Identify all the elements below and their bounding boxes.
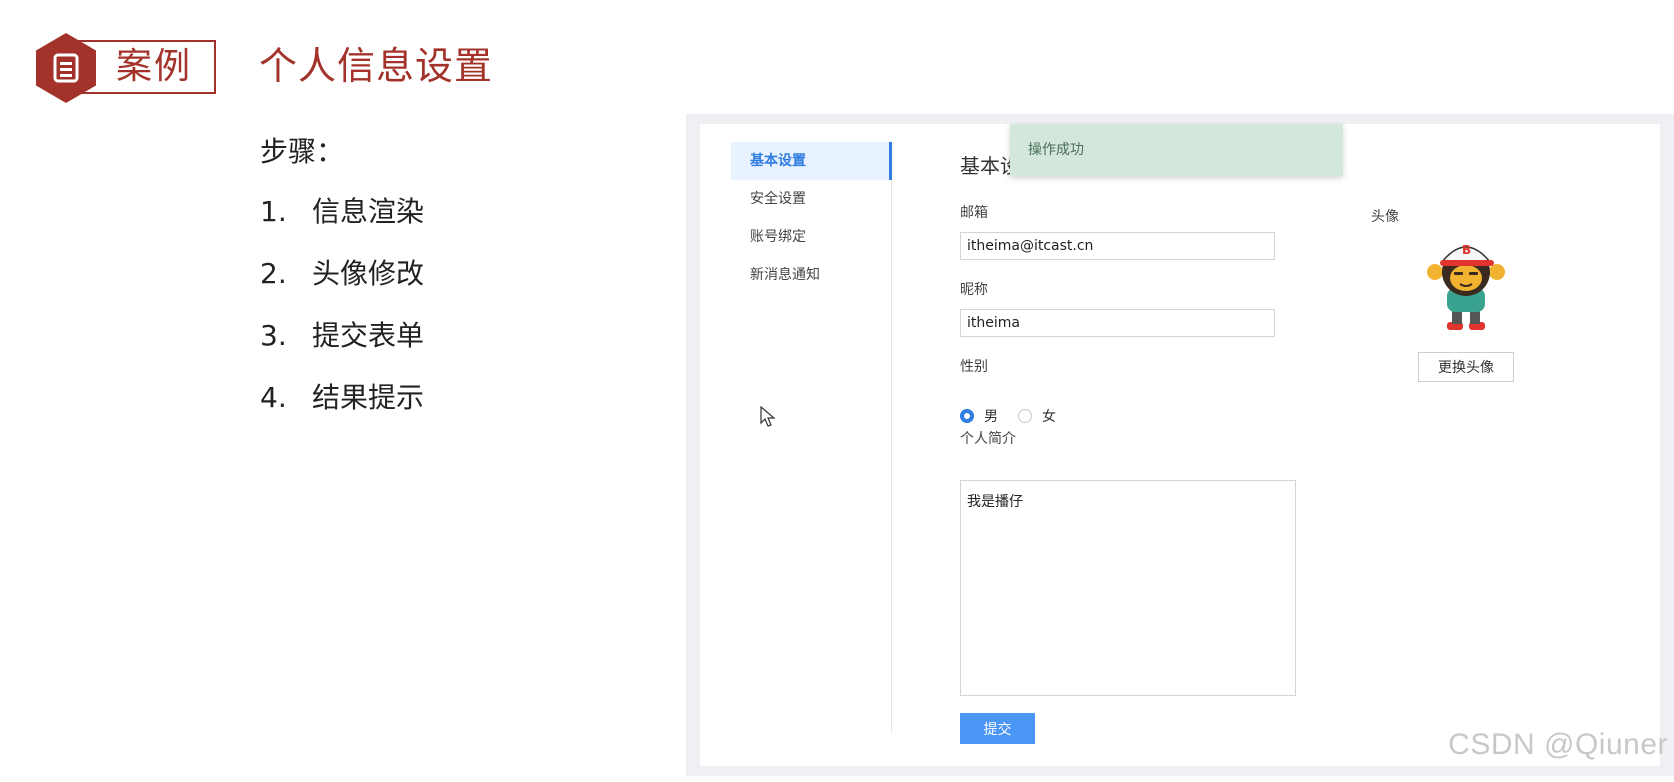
menu-item-basic-settings[interactable]: 基本设置	[731, 142, 892, 180]
submit-button[interactable]: 提交	[960, 713, 1035, 744]
gender-option-label: 男	[984, 409, 998, 425]
mouse-cursor-icon	[760, 405, 776, 432]
step-item: 3. 提交表单	[260, 314, 424, 376]
menu-item-account-binding[interactable]: 账号绑定	[731, 218, 891, 256]
step-item: 1. 信息渲染	[260, 190, 424, 252]
settings-panel: 基本设置 安全设置 账号绑定 新消息通知 基本设 邮箱 昵称 性别 男 女 个人…	[700, 124, 1660, 766]
change-avatar-button[interactable]: 更换头像	[1418, 352, 1514, 382]
step-text: 提交表单	[312, 319, 425, 352]
email-label: 邮箱	[960, 205, 988, 221]
app-screenshot: 基本设置 安全设置 账号绑定 新消息通知 基本设 邮箱 昵称 性别 男 女 个人…	[686, 114, 1674, 776]
menu-item-notifications[interactable]: 新消息通知	[731, 256, 891, 294]
step-text: 信息渲染	[312, 195, 425, 228]
settings-menu: 基本设置 安全设置 账号绑定 新消息通知	[731, 142, 892, 732]
nickname-label: 昵称	[960, 282, 988, 298]
success-toast: 操作成功	[1010, 124, 1343, 176]
step-number: 4.	[260, 381, 287, 414]
bio-textarea[interactable]: 我是播仔	[960, 480, 1296, 696]
menu-item-security-settings[interactable]: 安全设置	[731, 180, 891, 218]
radio-checked-icon	[960, 409, 974, 423]
gender-radio-female[interactable]: 女	[1018, 406, 1056, 426]
radio-unchecked-icon	[1018, 409, 1032, 423]
steps-heading: 步骤：	[260, 135, 345, 168]
badge-label: 案例	[116, 46, 193, 87]
avatar-image: B	[1427, 234, 1505, 336]
gender-radio-male[interactable]: 男	[960, 406, 998, 426]
email-input[interactable]	[960, 232, 1275, 260]
nickname-input[interactable]	[960, 309, 1275, 337]
step-number: 2.	[260, 257, 287, 290]
steps-list: 步骤： 1. 信息渲染 2. 头像修改 3. 提交表单 4. 结果提示	[260, 130, 424, 438]
step-number: 3.	[260, 319, 287, 352]
step-item: 4. 结果提示	[260, 376, 424, 438]
svg-text:B: B	[1462, 243, 1471, 257]
step-text: 头像修改	[312, 257, 425, 290]
step-number: 1.	[260, 195, 287, 228]
case-badge: 案例	[36, 33, 218, 103]
gender-label: 性别	[960, 359, 988, 375]
step-item: 2. 头像修改	[260, 252, 424, 314]
slide-title: 个人信息设置	[259, 44, 494, 88]
step-text: 结果提示	[312, 381, 425, 414]
bio-label: 个人简介	[960, 431, 1016, 447]
gender-option-label: 女	[1042, 409, 1056, 425]
avatar-label: 头像	[1371, 209, 1399, 225]
watermark: CSDN @Qiuner	[1448, 728, 1668, 761]
